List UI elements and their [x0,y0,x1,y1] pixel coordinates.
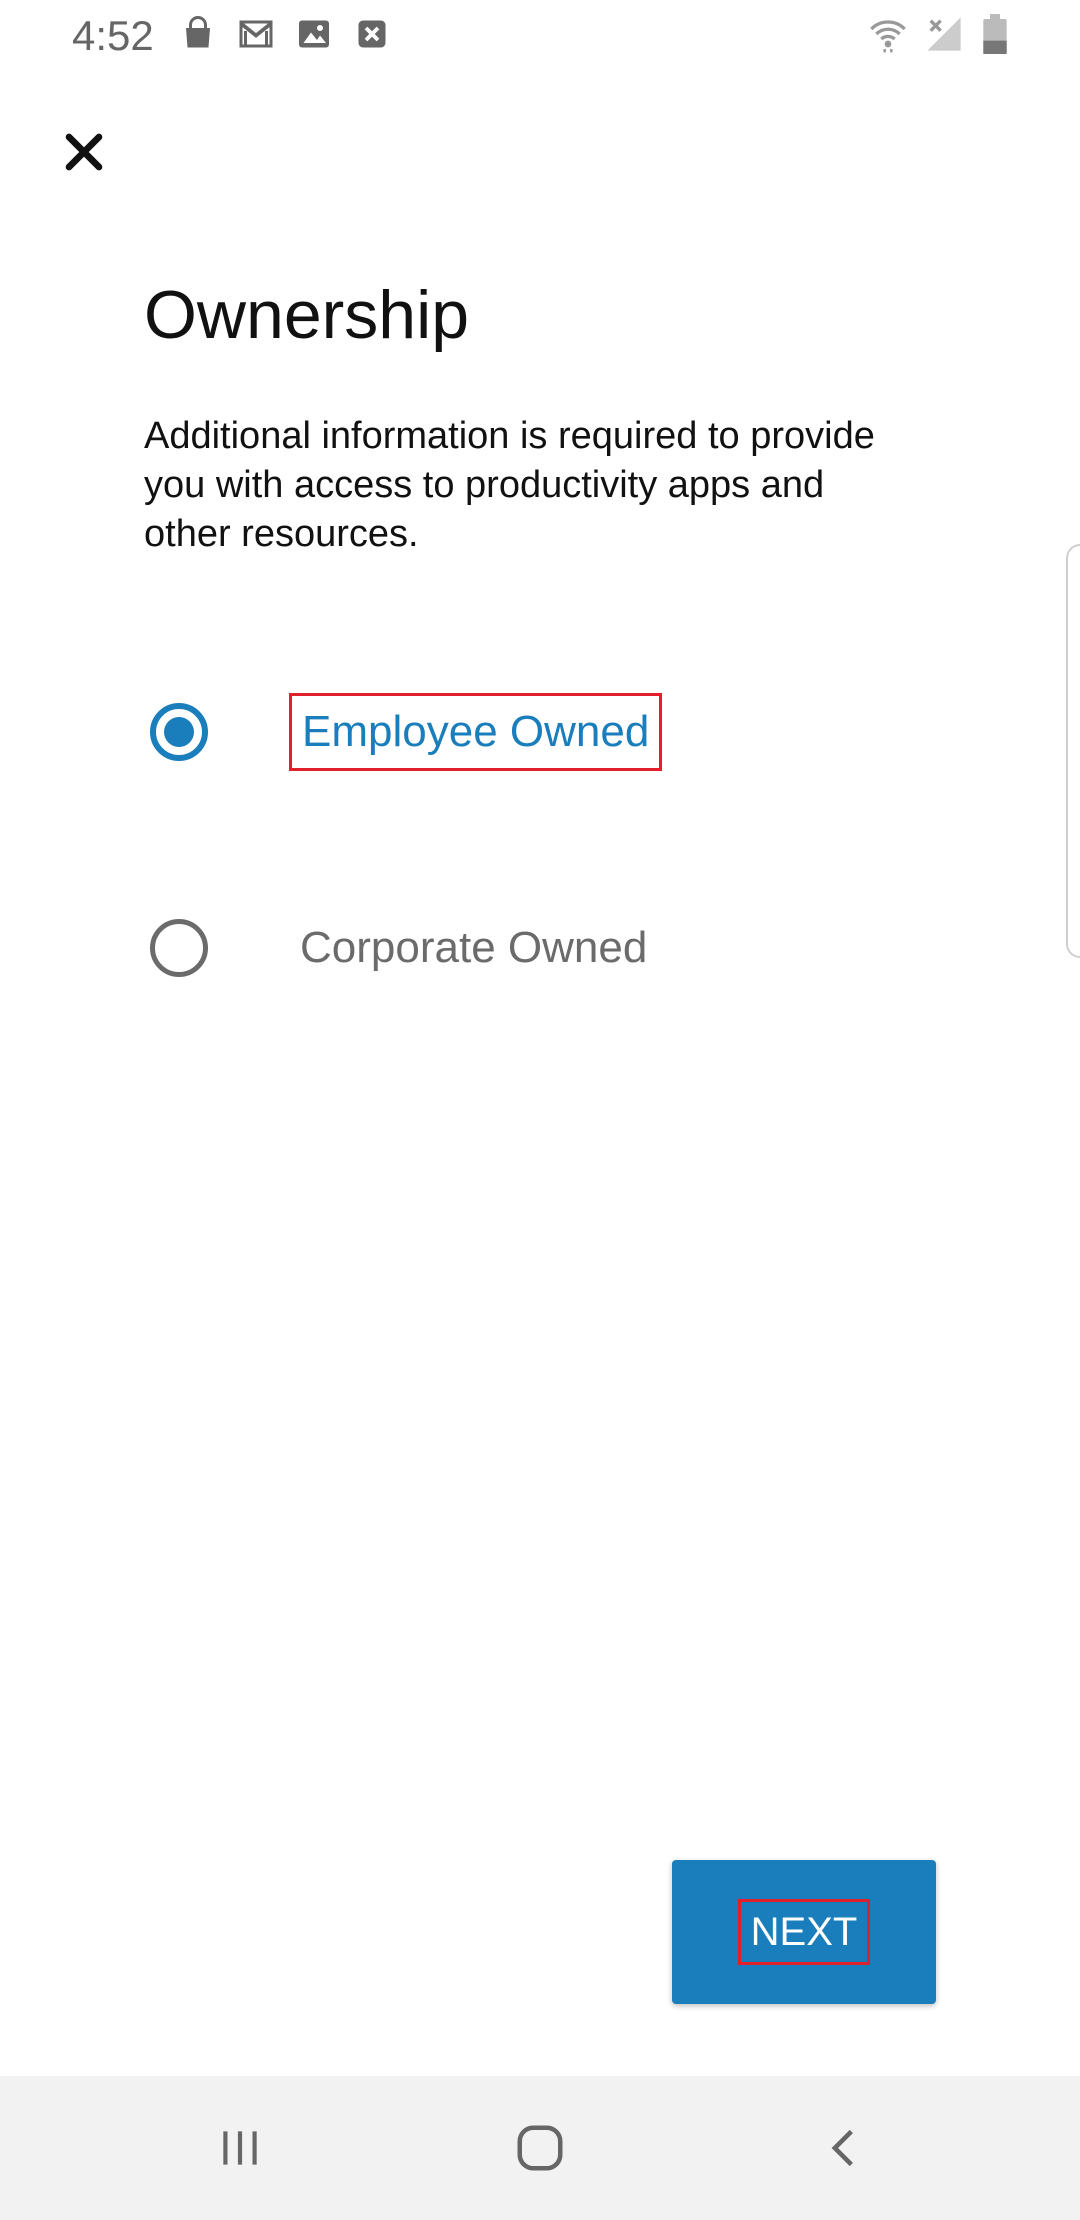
home-icon [517,2125,563,2171]
radio-label-corporate-owned[interactable]: Corporate Owned [300,920,647,976]
wifi-icon [870,20,906,53]
radio-option-corporate-owned[interactable]: Corporate Owned [150,898,647,998]
home-button[interactable] [440,2076,640,2220]
notification-icons [180,16,390,52]
next-button[interactable]: NEXT [672,1860,936,2004]
description-text: Additional information is required to pr… [144,415,875,555]
back-icon [831,2129,853,2167]
shopping-bag-icon [186,16,210,48]
status-time: 4:52 [72,12,154,59]
screen: 4:52 Ownership Additional information is… [0,0,1080,2220]
radio-button-unchecked[interactable] [150,919,208,977]
battery-icon [983,14,1007,54]
close-button[interactable] [56,124,112,180]
close-icon [65,133,103,171]
close-box-icon [358,20,386,48]
status-bar: 4:52 [0,0,1080,72]
radio-option-employee-owned[interactable]: Employee Owned [150,682,663,782]
image-icon [299,20,329,48]
radio-dot [164,717,194,747]
recent-apps-icon [223,2131,257,2165]
system-icons [868,14,1010,54]
navigation-bar [0,2076,1080,2220]
edge-panel-handle[interactable] [1066,544,1080,958]
recent-apps-button[interactable] [140,2076,340,2220]
signal-icon [927,17,961,51]
next-button-label: NEXT [737,1899,871,1965]
radio-button-checked[interactable] [150,703,208,761]
page-title: Ownership [144,277,470,353]
gmail-icon [239,20,273,48]
radio-label-employee-owned[interactable]: Employee Owned [288,693,663,771]
back-button[interactable] [744,2076,944,2220]
